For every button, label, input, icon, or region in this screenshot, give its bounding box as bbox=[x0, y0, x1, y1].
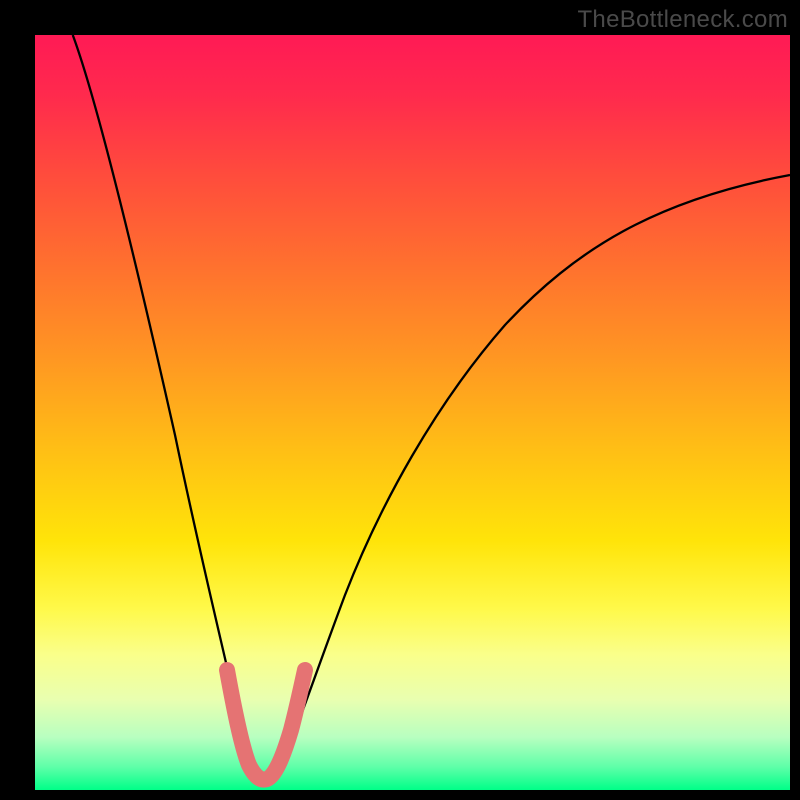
chart-frame: TheBottleneck.com bbox=[0, 0, 800, 800]
attribution-text: TheBottleneck.com bbox=[577, 6, 788, 34]
curve-layer bbox=[35, 35, 790, 790]
highlight-segment bbox=[227, 670, 305, 779]
plot-area bbox=[35, 35, 790, 790]
bottleneck-curve bbox=[73, 35, 790, 777]
